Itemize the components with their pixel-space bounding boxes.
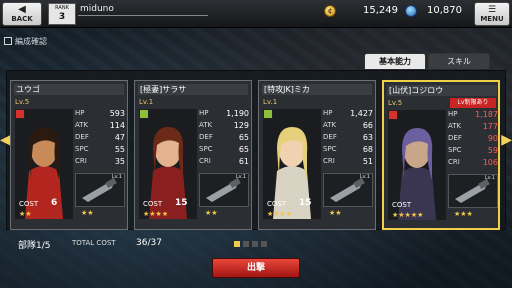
stat-hp: 1,427: [350, 109, 373, 118]
stat-spc: 68: [362, 145, 373, 154]
stat-atk: 66: [362, 121, 373, 130]
weapon-slot[interactable]: Lv.1: [448, 174, 498, 208]
unit-stats: HP 1,427 ATK 66 DEF 63 SPC 68 CRI 51: [323, 109, 373, 169]
weapon-level: Lv.1: [111, 174, 122, 180]
unit-name: [山伏]コジロウ: [387, 85, 497, 96]
stat-atk: 114: [109, 121, 125, 130]
page-indicator: [234, 241, 267, 247]
stat-cri: 51: [362, 157, 373, 166]
stat-def: 47: [114, 133, 125, 142]
stat-atk: 177: [482, 122, 498, 131]
unit-cost: 15: [175, 198, 188, 208]
unit-name: ユウゴ: [14, 84, 124, 95]
page-dot[interactable]: [234, 241, 240, 247]
stat-hp: 1,190: [226, 109, 249, 118]
rank-value: 3: [58, 12, 66, 22]
unit-type-icon: [15, 109, 25, 119]
formation-icon: [4, 37, 12, 45]
unit-rarity-stars: ★★★★★: [392, 211, 424, 219]
stat-hp: 1,187: [475, 110, 498, 119]
stat-def: 90: [487, 134, 498, 143]
weapon-rarity-stars: ★★: [329, 209, 342, 217]
weapon-rarity-stars: ★★: [81, 209, 94, 217]
page-dot[interactable]: [261, 241, 267, 247]
stat-atk: 129: [233, 121, 249, 130]
unit-type-icon: [388, 110, 398, 120]
unit-level: Lv.5: [15, 98, 30, 106]
unit-type-icon: [139, 109, 149, 119]
total-cost-label: TOTAL COST: [72, 239, 116, 247]
weapon-slot[interactable]: Lv.1: [323, 173, 373, 207]
stat-hp: 593: [109, 109, 125, 118]
weapon-level: Lv.1: [359, 174, 370, 180]
unit-level: Lv.1: [139, 98, 154, 106]
unit-stats: HP 1,190 ATK 129 DEF 65 SPC 65 CRI 61: [199, 109, 249, 169]
sortie-button[interactable]: 出撃: [212, 258, 300, 278]
player-name: miduno: [78, 4, 208, 16]
weapon-level: Lv.1: [484, 175, 495, 181]
stat-spc: 65: [238, 145, 249, 154]
menu-icon: ☰: [487, 5, 497, 15]
weapon-rarity-stars: ★★: [205, 209, 218, 217]
unit-card[interactable]: [極妻]サラサ Lv.1 HP 1,190 ATK 129 DEF 65 SPC 65 …: [134, 80, 252, 230]
weapon-level: Lv.1: [235, 174, 246, 180]
unit-name: [特攻JK]ミカ: [262, 84, 372, 95]
menu-button[interactable]: ☰ MENU: [474, 2, 510, 26]
unit-card[interactable]: ユウゴ Lv.5 HP 593 ATK 114 DEF 47 SPC 55 CRI 35 …: [10, 80, 128, 230]
stat-cri: 35: [114, 157, 125, 166]
unit-level: Lv.5: [388, 99, 403, 107]
unit-card[interactable]: [特攻JK]ミカ Lv.1 HP 1,427 ATK 66 DEF 63 SPC 68 …: [258, 80, 376, 230]
weapon-slot[interactable]: Lv.1: [75, 173, 125, 207]
unit-rarity-stars: ★★★★: [143, 210, 169, 218]
page-dot[interactable]: [243, 241, 249, 247]
tab-skills[interactable]: スキル: [428, 53, 490, 69]
stat-spc: 55: [114, 145, 125, 154]
top-bar: ◀ BACK RANK 3 miduno ¢ 15,249 10,870 ☰ M…: [0, 0, 512, 28]
cost-label: COST: [267, 200, 287, 208]
back-button[interactable]: ◀ BACK: [2, 2, 42, 26]
page-dot[interactable]: [252, 241, 258, 247]
stat-cri: 106: [482, 158, 498, 167]
stat-def: 65: [238, 133, 249, 142]
cost-label: COST: [19, 200, 39, 208]
tab-basic-stats[interactable]: 基本能力: [364, 53, 426, 69]
unit-cost: 6: [51, 198, 58, 208]
cost-label: COST: [392, 201, 412, 209]
unit-cost: 15: [299, 198, 312, 208]
unit-stats: HP 1,187 ATK 177 DEF 90 SPC 59 CRI 106: [448, 110, 498, 170]
gem-count: 10,870: [427, 5, 462, 16]
stat-spc: 59: [487, 146, 498, 155]
squad-indicator: 部隊1/5: [18, 241, 51, 251]
section-title: 編成確認: [4, 36, 47, 47]
back-arrow-icon: ◀: [18, 4, 26, 15]
weapon-rarity-stars: ★★★: [454, 210, 473, 218]
level-limit-badge: Lv制限あり: [450, 98, 496, 108]
stat-def: 63: [362, 133, 373, 142]
next-arrow-icon[interactable]: ▶: [501, 132, 512, 148]
unit-rarity-stars: ★★★★: [267, 210, 293, 218]
coin-count: 15,249: [363, 5, 398, 16]
unit-card[interactable]: [山伏]コジロウ Lv.5 Lv制限あり HP 1,187 ATK 177 DEF 9…: [382, 80, 500, 230]
cost-label: COST: [143, 200, 163, 208]
total-cost-value: 36/37: [136, 238, 162, 248]
unit-name: [極妻]サラサ: [138, 84, 248, 95]
gem-icon: [405, 5, 417, 17]
coin-icon: ¢: [324, 5, 336, 17]
unit-type-icon: [263, 109, 273, 119]
rank-badge: RANK 3: [48, 3, 76, 25]
unit-rarity-stars: ★★: [19, 210, 32, 218]
weapon-slot[interactable]: Lv.1: [199, 173, 249, 207]
unit-stats: HP 593 ATK 114 DEF 47 SPC 55 CRI 35: [75, 109, 125, 169]
unit-level: Lv.1: [263, 98, 278, 106]
stat-cri: 61: [238, 157, 249, 166]
